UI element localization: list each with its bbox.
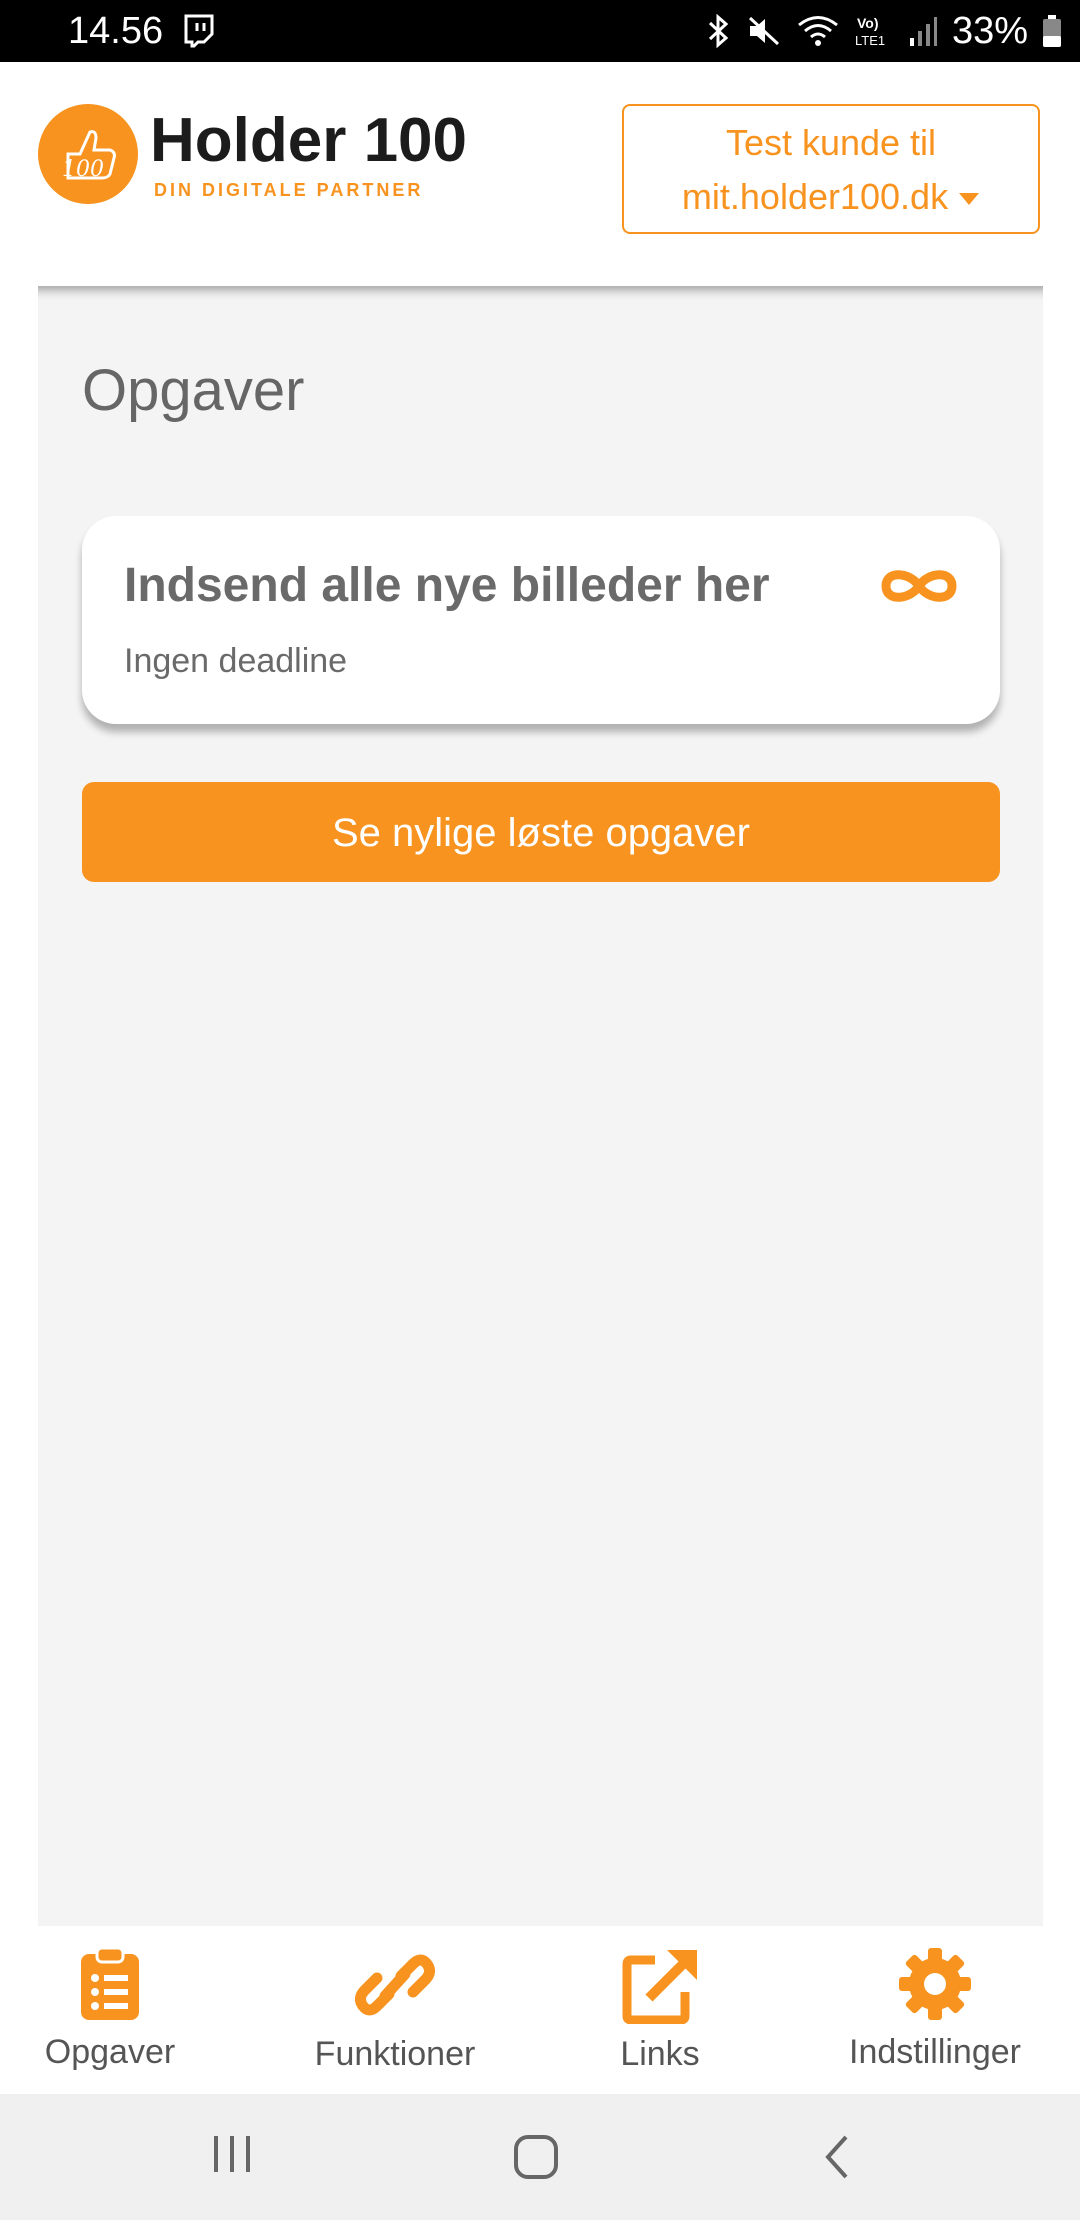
task-card[interactable]: Indsend alle nye billeder her Ingen dead… (82, 516, 1000, 724)
home-icon[interactable] (513, 2134, 559, 2180)
mute-icon (748, 16, 779, 46)
recent-solved-tasks-button[interactable]: Se nylige løste opgaver (82, 782, 1000, 882)
nav-label-funktioner: Funktioner (314, 2035, 476, 2073)
twitch-notification-icon (184, 14, 214, 48)
nav-item-funktioner[interactable]: Funktioner (295, 1926, 495, 2094)
nav-label-opgaver: Opgaver (44, 2033, 176, 2071)
app-header: 100 Holder 100 DIN DIGITALE PARTNER Test… (0, 62, 1080, 286)
status-bar: 14.56 Vo) LTE1 33% (0, 0, 1080, 62)
battery-percentage: 33% (951, 10, 1028, 52)
wifi-icon (798, 16, 838, 46)
svg-text:100: 100 (62, 157, 104, 182)
customer-select[interactable]: Test kunde til mit.holder100.dk (622, 104, 1040, 234)
signal-icon (909, 17, 937, 46)
status-time: 14.56 (68, 10, 164, 52)
nav-label-indstillinger: Indstillinger (849, 2033, 1021, 2071)
customer-select-line1: Test kunde til (725, 122, 937, 163)
bluetooth-icon (708, 14, 729, 48)
gear-icon (899, 1948, 971, 2020)
brand-name: Holder 100 (150, 106, 468, 175)
clipboard-list-icon (81, 1946, 139, 2020)
volte-icon: Vo) LTE1 (855, 15, 885, 48)
back-icon[interactable] (822, 2134, 852, 2180)
main-content: Opgaver Indsend alle nye billeder her In… (38, 286, 1043, 1926)
thumbs-up-logo-icon: 100 (62, 130, 116, 182)
page-title: Opgaver (82, 358, 305, 423)
svg-text:Vo): Vo) (857, 15, 879, 31)
system-navigation-bar (0, 2094, 1080, 2220)
brand-tagline: DIN DIGITALE PARTNER (154, 180, 424, 200)
bottom-navigation: Opgaver Funktioner Links Indstillinger (0, 1926, 1080, 2094)
task-deadline: Ingen deadline (124, 642, 348, 680)
battery-icon (1043, 15, 1061, 47)
recent-apps-icon[interactable] (210, 2134, 254, 2174)
nav-item-indstillinger[interactable]: Indstillinger (830, 1926, 1040, 2094)
task-title: Indsend alle nye billeder her (124, 559, 770, 612)
customer-select-line2: mit.holder100.dk (681, 176, 949, 217)
caret-down-icon (959, 193, 980, 206)
svg-text:LTE1: LTE1 (855, 33, 885, 48)
nav-item-links[interactable]: Links (580, 1926, 740, 2094)
nav-label-links: Links (620, 2035, 700, 2073)
infinity-icon (881, 570, 957, 602)
holder100-logo: 100 (38, 104, 138, 204)
nav-item-opgaver[interactable]: Opgaver (20, 1926, 200, 2094)
external-link-icon (622, 1950, 697, 2024)
link-icon (355, 1954, 435, 2016)
